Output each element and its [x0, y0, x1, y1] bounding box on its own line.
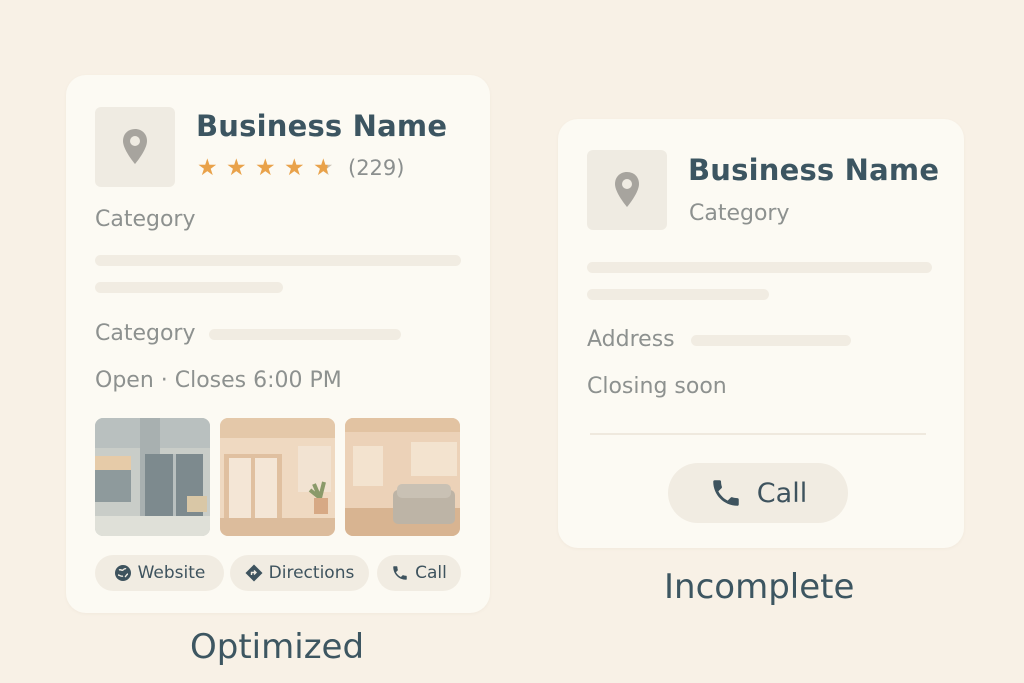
category-label: Category	[689, 201, 790, 226]
optimized-caption: Optimized	[190, 627, 365, 667]
call-label: Call	[415, 563, 447, 583]
location-pin-icon	[615, 172, 639, 207]
business-logo-placeholder	[95, 107, 175, 187]
storefront-photo[interactable]	[95, 418, 210, 536]
star-icon: ★	[226, 155, 247, 181]
description-placeholder-line	[95, 255, 461, 266]
hours-status: Open · Closes 6:00 PM	[95, 368, 342, 393]
description-placeholder-line	[587, 262, 932, 273]
category-label: Category	[95, 207, 196, 232]
hours-status: Closing soon	[587, 374, 727, 399]
optimized-business-card: Business Name ★ ★ ★ ★ ★ (229) Category C…	[66, 75, 490, 613]
directions-icon	[245, 564, 263, 582]
divider	[590, 433, 926, 435]
website-label: Website	[137, 563, 206, 583]
globe-icon	[114, 564, 132, 582]
review-count: (229)	[348, 156, 405, 180]
phone-icon	[709, 476, 743, 510]
rating-stars: ★ ★ ★ ★ ★ (229)	[197, 155, 404, 181]
call-label: Call	[756, 477, 808, 509]
incomplete-caption: Incomplete	[664, 567, 855, 607]
description-placeholder-line	[587, 289, 769, 300]
star-icon: ★	[197, 155, 218, 181]
half-star-icon: ★	[313, 155, 342, 181]
business-name: Business Name	[688, 153, 940, 187]
incomplete-business-card: Business Name Category Address Closing s…	[558, 119, 964, 548]
phone-icon	[391, 564, 409, 582]
address-placeholder-line	[691, 335, 851, 346]
call-button[interactable]: Call	[377, 555, 461, 591]
description-placeholder-line	[95, 282, 283, 293]
star-icon: ★	[255, 155, 276, 181]
interior-photo-window[interactable]	[220, 418, 335, 536]
location-pin-icon	[123, 129, 147, 164]
business-name: Business Name	[196, 109, 448, 143]
business-logo-placeholder	[587, 150, 667, 230]
category-placeholder-line	[209, 329, 401, 340]
address-label: Address	[587, 327, 675, 352]
category-label-secondary: Category	[95, 321, 196, 346]
website-button[interactable]: Website	[95, 555, 224, 591]
call-button[interactable]: Call	[668, 463, 848, 523]
interior-photo-lounge[interactable]	[345, 418, 460, 536]
directions-button[interactable]: Directions	[230, 555, 369, 591]
directions-label: Directions	[268, 563, 355, 583]
star-icon: ★	[284, 155, 305, 181]
